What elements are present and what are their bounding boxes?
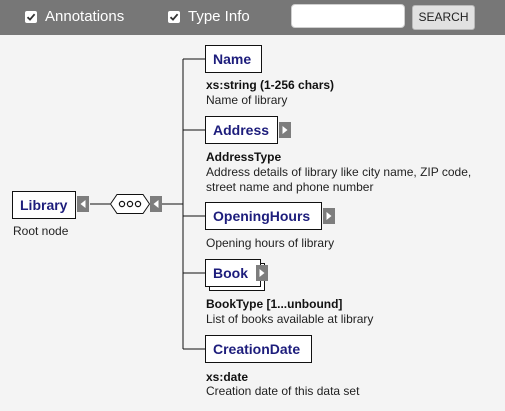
schema-diagram: Library Root node Name xs:string (1-256 … bbox=[0, 35, 505, 411]
element-address-annotation: Address details of library like city nam… bbox=[206, 165, 472, 179]
element-library[interactable]: Library bbox=[12, 191, 76, 219]
element-address[interactable]: Address bbox=[205, 116, 278, 144]
expand-arrow-icon[interactable] bbox=[256, 265, 268, 281]
sequence-compositor-icon bbox=[110, 194, 150, 214]
element-address-type: AddressType bbox=[206, 150, 282, 164]
element-book-type: BookType [1...unbound] bbox=[206, 297, 343, 311]
checkmark-icon bbox=[26, 13, 36, 21]
element-creationdate-type: xs:date bbox=[206, 370, 249, 384]
search-button[interactable]: SEARCH bbox=[412, 5, 475, 30]
collapse-arrow-icon[interactable] bbox=[150, 196, 162, 212]
typeinfo-checkbox[interactable] bbox=[168, 11, 180, 23]
element-book[interactable]: Book bbox=[205, 259, 261, 287]
checkmark-icon bbox=[169, 13, 179, 21]
expand-arrow-icon[interactable] bbox=[323, 208, 335, 224]
toolbar: Annotations Type Info SEARCH bbox=[0, 0, 505, 35]
expand-arrow-icon[interactable] bbox=[279, 122, 291, 138]
search-input[interactable] bbox=[291, 4, 405, 28]
annotations-checkbox[interactable] bbox=[25, 11, 37, 23]
element-book-annotation: List of books available at library bbox=[206, 312, 374, 326]
element-openinghours[interactable]: OpeningHours bbox=[205, 202, 322, 230]
typeinfo-label: Type Info bbox=[188, 8, 250, 25]
element-name-type: xs:string (1-256 chars) bbox=[206, 78, 335, 92]
collapse-arrow-icon[interactable] bbox=[77, 196, 89, 212]
element-address-annotation: street name and phone number bbox=[206, 180, 374, 194]
element-name-annotation: Name of library bbox=[206, 93, 288, 107]
element-creationdate-annotation: Creation date of this data set bbox=[206, 384, 360, 398]
element-name[interactable]: Name bbox=[205, 45, 262, 73]
element-openinghours-annotation: Opening hours of library bbox=[206, 236, 335, 250]
element-creationdate[interactable]: CreationDate bbox=[205, 335, 312, 363]
annotations-label: Annotations bbox=[45, 8, 125, 25]
element-library-annotation: Root node bbox=[13, 224, 69, 238]
